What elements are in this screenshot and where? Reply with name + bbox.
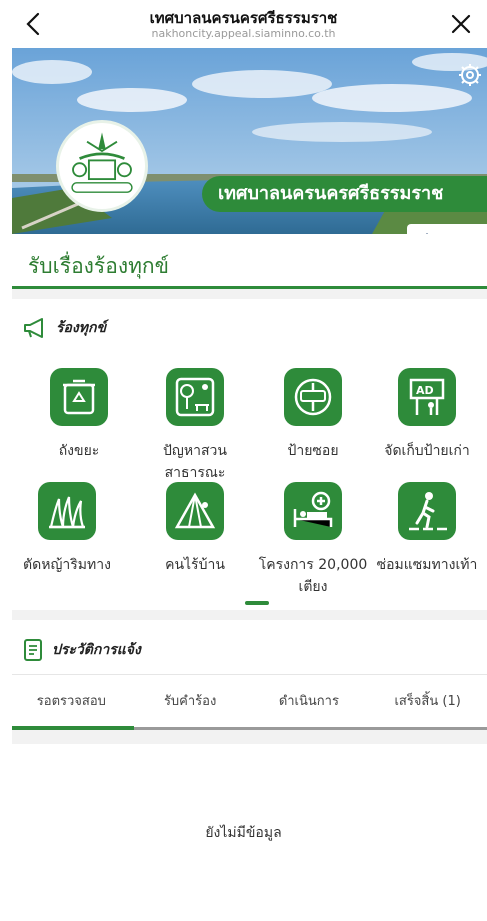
- divider: [12, 730, 487, 744]
- category-park[interactable]: ปัญหาสวนสาธารณะ: [136, 368, 254, 484]
- category-road-sign[interactable]: ป้ายซอย: [254, 368, 372, 462]
- category-grass-cutting[interactable]: ตัดหญ้าริมทาง: [8, 482, 126, 576]
- category-sidewalk-repair[interactable]: ซ่อมแซมทางเท้า: [368, 482, 486, 576]
- category-label: ปัญหาสวนสาธารณะ: [163, 443, 227, 481]
- category-billboard[interactable]: AD จัดเก็บป้ายเก่า: [368, 368, 486, 462]
- megaphone-icon: [24, 318, 43, 338]
- history-header-label: ประวัติการแจ้ง: [52, 642, 141, 658]
- divider: [12, 289, 487, 299]
- category-label: ป้ายซอย: [287, 443, 339, 459]
- billboard-icon: AD: [398, 368, 456, 426]
- homeless-tent-icon: [166, 482, 224, 540]
- top-bar: เทศบาลนครนครศรีธรรมราช nakhoncity.appeal…: [0, 0, 487, 48]
- history-header: ประวัติการแจ้ง: [22, 638, 141, 662]
- category-label: ถังขยะ: [58, 443, 100, 459]
- document-list-icon: [24, 639, 42, 661]
- divider: [12, 674, 487, 675]
- park-icon: [166, 368, 224, 426]
- category-label: ซ่อมแซมทางเท้า: [376, 557, 478, 573]
- complaints-header-label: ร้องทุกข์: [56, 320, 107, 336]
- svg-text:AD: AD: [416, 384, 434, 397]
- close-icon[interactable]: [445, 8, 477, 40]
- depa-logo: depa◣: [407, 224, 487, 234]
- hospital-bed-icon: [284, 482, 342, 540]
- pedestrian-crossing-icon: [398, 482, 456, 540]
- category-label: คนไร้บ้าน: [165, 557, 225, 573]
- grass-icon: [38, 482, 96, 540]
- page-indicator: [245, 601, 269, 605]
- complaints-header: ร้องทุกข์: [22, 316, 106, 340]
- road-sign-icon: [284, 368, 342, 426]
- category-label: จัดเก็บป้ายเก่า: [384, 443, 470, 459]
- category-trash-bin[interactable]: ถังขยะ: [20, 368, 138, 462]
- category-label: ตัดหญ้าริมทาง: [23, 557, 111, 573]
- tab-in-progress[interactable]: ดำเนินการ: [250, 690, 369, 714]
- tab-received[interactable]: รับคำร้อง: [131, 690, 250, 714]
- tab-completed[interactable]: เสร็จสิ้น (1): [368, 690, 487, 714]
- divider: [12, 610, 487, 620]
- section-title: รับเรื่องร้องทุกข์: [28, 254, 169, 278]
- banner-city-name: เทศบาลนครนครศรีธรรมราช: [202, 176, 487, 212]
- category-label: โครงการ 20,000 เตียง: [258, 557, 368, 595]
- settings-gear-icon[interactable]: [457, 62, 483, 88]
- city-banner: เทศบาลนครนครศรีธรรมราช depa◣: [12, 48, 487, 234]
- category-homeless[interactable]: คนไร้บ้าน: [136, 482, 254, 576]
- trash-bin-icon: [50, 368, 108, 426]
- category-20000-beds[interactable]: โครงการ 20,000 เตียง: [254, 482, 372, 598]
- empty-state-message: ยังไม่มีข้อมูล: [205, 825, 282, 841]
- city-seal-logo: [56, 120, 148, 212]
- tab-pending-review[interactable]: รอตรวจสอบ: [12, 690, 131, 714]
- status-tabs: รอตรวจสอบ รับคำร้อง ดำเนินการ เสร็จสิ้น …: [12, 690, 487, 714]
- page-url: nakhoncity.appeal.siaminno.co.th: [151, 27, 336, 40]
